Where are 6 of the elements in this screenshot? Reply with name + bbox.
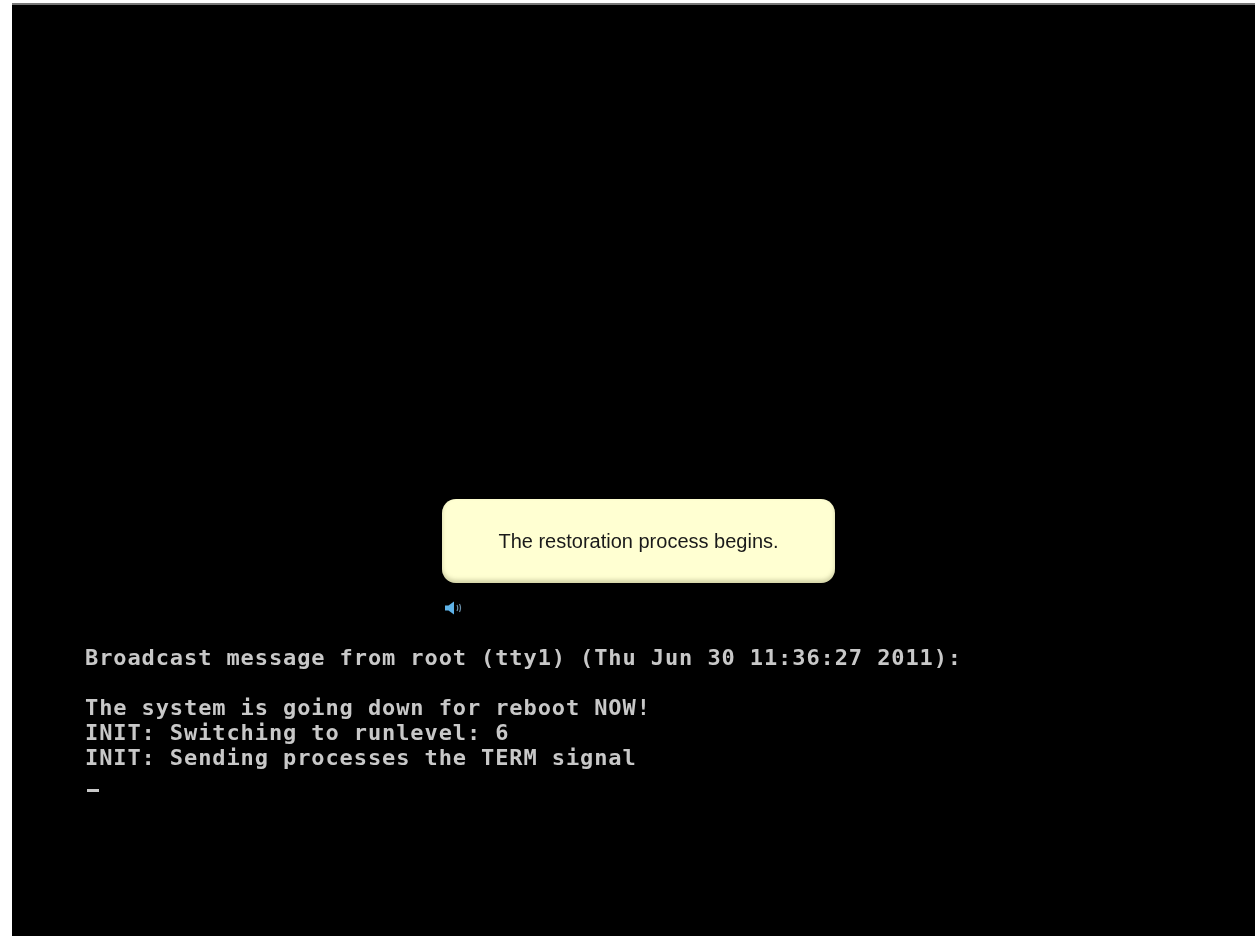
console-line: INIT: Sending processes the TERM signal	[85, 745, 637, 770]
speaker-icon[interactable]	[444, 601, 462, 615]
console-line: The system is going down for reboot NOW!	[85, 695, 651, 720]
caption-callout: The restoration process begins.	[442, 499, 835, 583]
console-line: INIT: Switching to runlevel: 6	[85, 720, 510, 745]
console-line: Broadcast message from root (tty1) (Thu Jun 30 11:36:27 2011):	[85, 645, 962, 670]
